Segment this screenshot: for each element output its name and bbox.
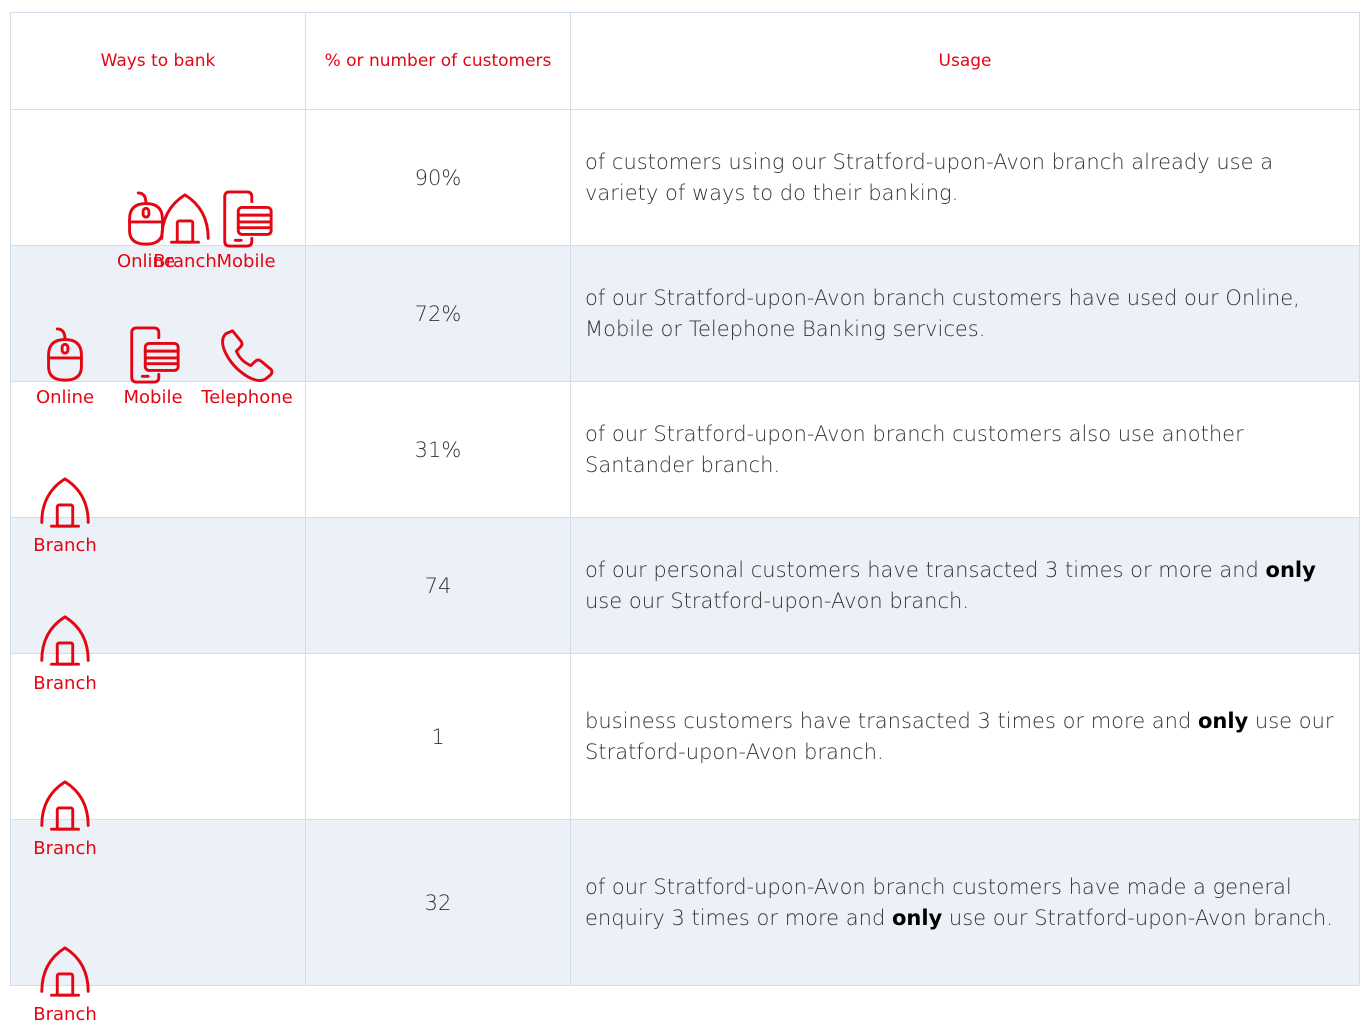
- channel-online: Online: [15, 326, 115, 410]
- header-ways-to-bank: Ways to bank: [10, 12, 306, 110]
- table-row: Branch Online Mobile 90% of customers usin…: [10, 109, 1360, 272]
- customer-value: 1: [305, 653, 571, 820]
- channel-label: Branch: [33, 534, 97, 556]
- channel-branch: Branch: [15, 777, 115, 861]
- branch-icon: [15, 474, 115, 532]
- table-row: Branch 32 of our Stratford-upon-Avon bra…: [10, 819, 1360, 1025]
- channel-mobile: Mobile: [103, 325, 203, 410]
- customer-value: 72%: [305, 245, 571, 382]
- ways-to-bank-table: Ways to bank % or number of customers Us…: [10, 12, 1360, 1025]
- channel-branch: Branch: [15, 943, 115, 1027]
- mobile-icon: [196, 189, 296, 248]
- channel-branch: Branch: [15, 612, 115, 696]
- table-row: Branch 1 business customers have transac…: [10, 653, 1360, 859]
- header-customers: % or number of customers: [305, 12, 571, 110]
- branch-icon: [15, 612, 115, 670]
- mobile-icon: [103, 325, 203, 384]
- online-icon: [15, 326, 115, 384]
- channel-label: Branch: [33, 672, 97, 694]
- channel-label: Branch: [33, 1003, 97, 1025]
- channel-label: Online: [35, 386, 95, 408]
- channel-branch: Branch: [15, 474, 115, 558]
- usage-text: of our personal customers have transacte…: [570, 517, 1360, 654]
- channel-mobile: Mobile: [196, 189, 296, 274]
- channel-label: Branch: [33, 837, 97, 859]
- branch-icon: [15, 777, 115, 835]
- usage-text: of our Stratford-upon-Avon branch custom…: [570, 381, 1360, 518]
- table-row: Branch 74 of our personal customers have…: [10, 517, 1360, 694]
- icons-cell: Branch Online Mobile: [10, 109, 306, 272]
- usage-text: of our Stratford-upon-Avon branch custom…: [570, 819, 1360, 986]
- usage-text: business customers have transacted 3 tim…: [570, 653, 1360, 820]
- online-icon: [96, 190, 196, 248]
- branch-icon: [15, 943, 115, 1001]
- usage-text: of our Stratford-upon-Avon branch custom…: [570, 245, 1360, 382]
- customer-value: 74: [305, 517, 571, 654]
- customer-value: 90%: [305, 109, 571, 246]
- customer-value: 31%: [305, 381, 571, 518]
- channel-telephone: Telephone: [197, 326, 297, 410]
- channel-label: Online: [116, 250, 176, 272]
- channel-label: Mobile: [123, 386, 183, 408]
- header-row: Ways to bank % or number of customers Us…: [10, 12, 1360, 110]
- channel-label: Telephone: [201, 386, 293, 408]
- channel-online: Online: [96, 190, 196, 274]
- usage-text: of customers using our Stratford-upon-Av…: [570, 109, 1360, 246]
- header-usage: Usage: [570, 12, 1360, 110]
- telephone-icon: [197, 326, 297, 384]
- channel-label: Mobile: [216, 250, 276, 272]
- customer-value: 32: [305, 819, 571, 986]
